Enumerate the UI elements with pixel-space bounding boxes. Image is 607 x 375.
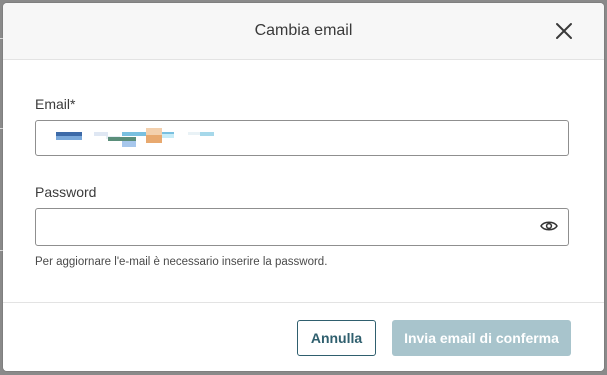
send-confirmation-button[interactable]: Invia email di conferma <box>392 320 571 356</box>
close-button[interactable] <box>552 19 576 43</box>
email-value-redacted <box>56 128 216 147</box>
password-visibility-toggle[interactable] <box>540 219 558 233</box>
dialog-title: Cambia email <box>254 22 353 39</box>
eye-icon <box>540 221 558 231</box>
email-field[interactable] <box>35 120 569 156</box>
password-hint: Per aggiornare l'e-mail è necessario ins… <box>35 256 328 268</box>
email-label: Email* <box>35 96 76 112</box>
dialog-body: Email* Password Per aggiornare l'e-mail … <box>3 60 604 303</box>
password-label: Password <box>35 184 97 200</box>
close-icon <box>556 23 572 39</box>
dialog-header: Cambia email <box>3 3 604 60</box>
password-field[interactable] <box>35 208 569 246</box>
dialog-footer: Annulla Invia email di conferma <box>3 302 604 371</box>
cancel-button[interactable]: Annulla <box>297 320 376 356</box>
change-email-dialog: Cambia email Email* Password Per aggiorn… <box>3 3 604 371</box>
